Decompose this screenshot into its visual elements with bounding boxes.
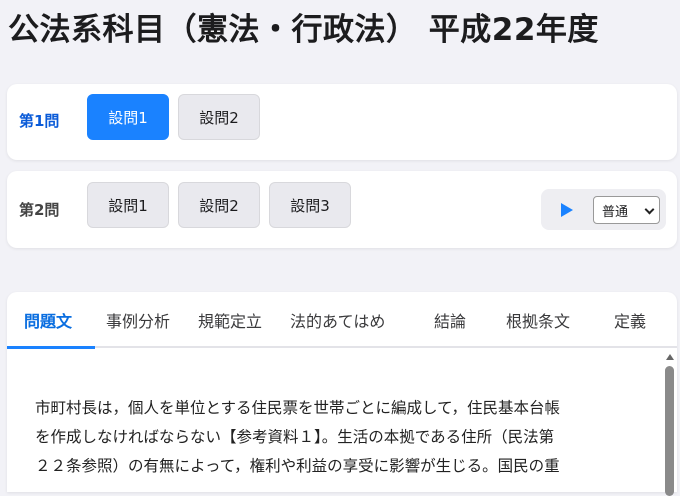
tab-problem-text[interactable]: 問題文 [24, 308, 72, 332]
question-2-card: 第2問 設問1 設問2 設問3 普通 [7, 171, 677, 248]
active-tab-indicator [7, 346, 95, 349]
play-icon[interactable] [561, 203, 573, 217]
chevron-down-icon [644, 204, 655, 215]
page-title: 公法系科目（憲法・行政法） 平成22年度 [8, 12, 599, 48]
question-2-subquestion-1-button[interactable]: 設問1 [87, 182, 169, 228]
problem-text-line: ２２条参照）の有無によって，権利や利益の享受に影響が生じる。国民の重 [35, 457, 560, 475]
content-scrollbar[interactable] [664, 352, 676, 496]
problem-text-line: を作成しなければならない【参考資料１】。生活の本拠である住所（民法第 [35, 428, 555, 446]
tab-legal-application[interactable]: 法的あてはめ [290, 308, 385, 332]
scroll-thumb[interactable] [665, 366, 674, 496]
question-2-subquestion-3-button[interactable]: 設問3 [269, 182, 351, 228]
tab-definitions[interactable]: 定義 [614, 308, 646, 332]
question-1-subquestion-2-button[interactable]: 設問2 [178, 94, 260, 140]
tab-norm-setting[interactable]: 規範定立 [198, 308, 262, 332]
question-1-label: 第1問 [19, 112, 60, 130]
problem-text-line: 市町村長は，個人を単位とする住民票を世帯ごとに編成して，住民基本台帳 [35, 399, 560, 417]
question-1-card: 第1問 設問1 設問2 [7, 84, 677, 160]
question-2-subquestion-2-button[interactable]: 設問2 [178, 182, 260, 228]
tab-conclusion[interactable]: 結論 [434, 308, 466, 332]
audio-player: 普通 [541, 189, 666, 230]
speed-select-value: 普通 [602, 204, 629, 220]
question-2-label: 第2問 [19, 201, 60, 219]
question-1-subquestion-1-button[interactable]: 設問1 [87, 94, 169, 140]
scroll-up-arrow-icon[interactable] [666, 354, 674, 360]
content-panel: 問題文 事例分析 規範定立 法的あてはめ 結論 根拠条文 定義 市町村長は，個人… [7, 292, 677, 496]
tab-bar: 問題文 事例分析 規範定立 法的あてはめ 結論 根拠条文 定義 [7, 292, 677, 349]
tab-case-analysis[interactable]: 事例分析 [106, 308, 170, 332]
tab-legal-basis[interactable]: 根拠条文 [506, 308, 570, 332]
problem-text: 市町村長は，個人を単位とする住民票を世帯ごとに編成して，住民基本台帳 を作成しな… [35, 394, 645, 481]
speed-select[interactable]: 普通 [593, 196, 660, 224]
